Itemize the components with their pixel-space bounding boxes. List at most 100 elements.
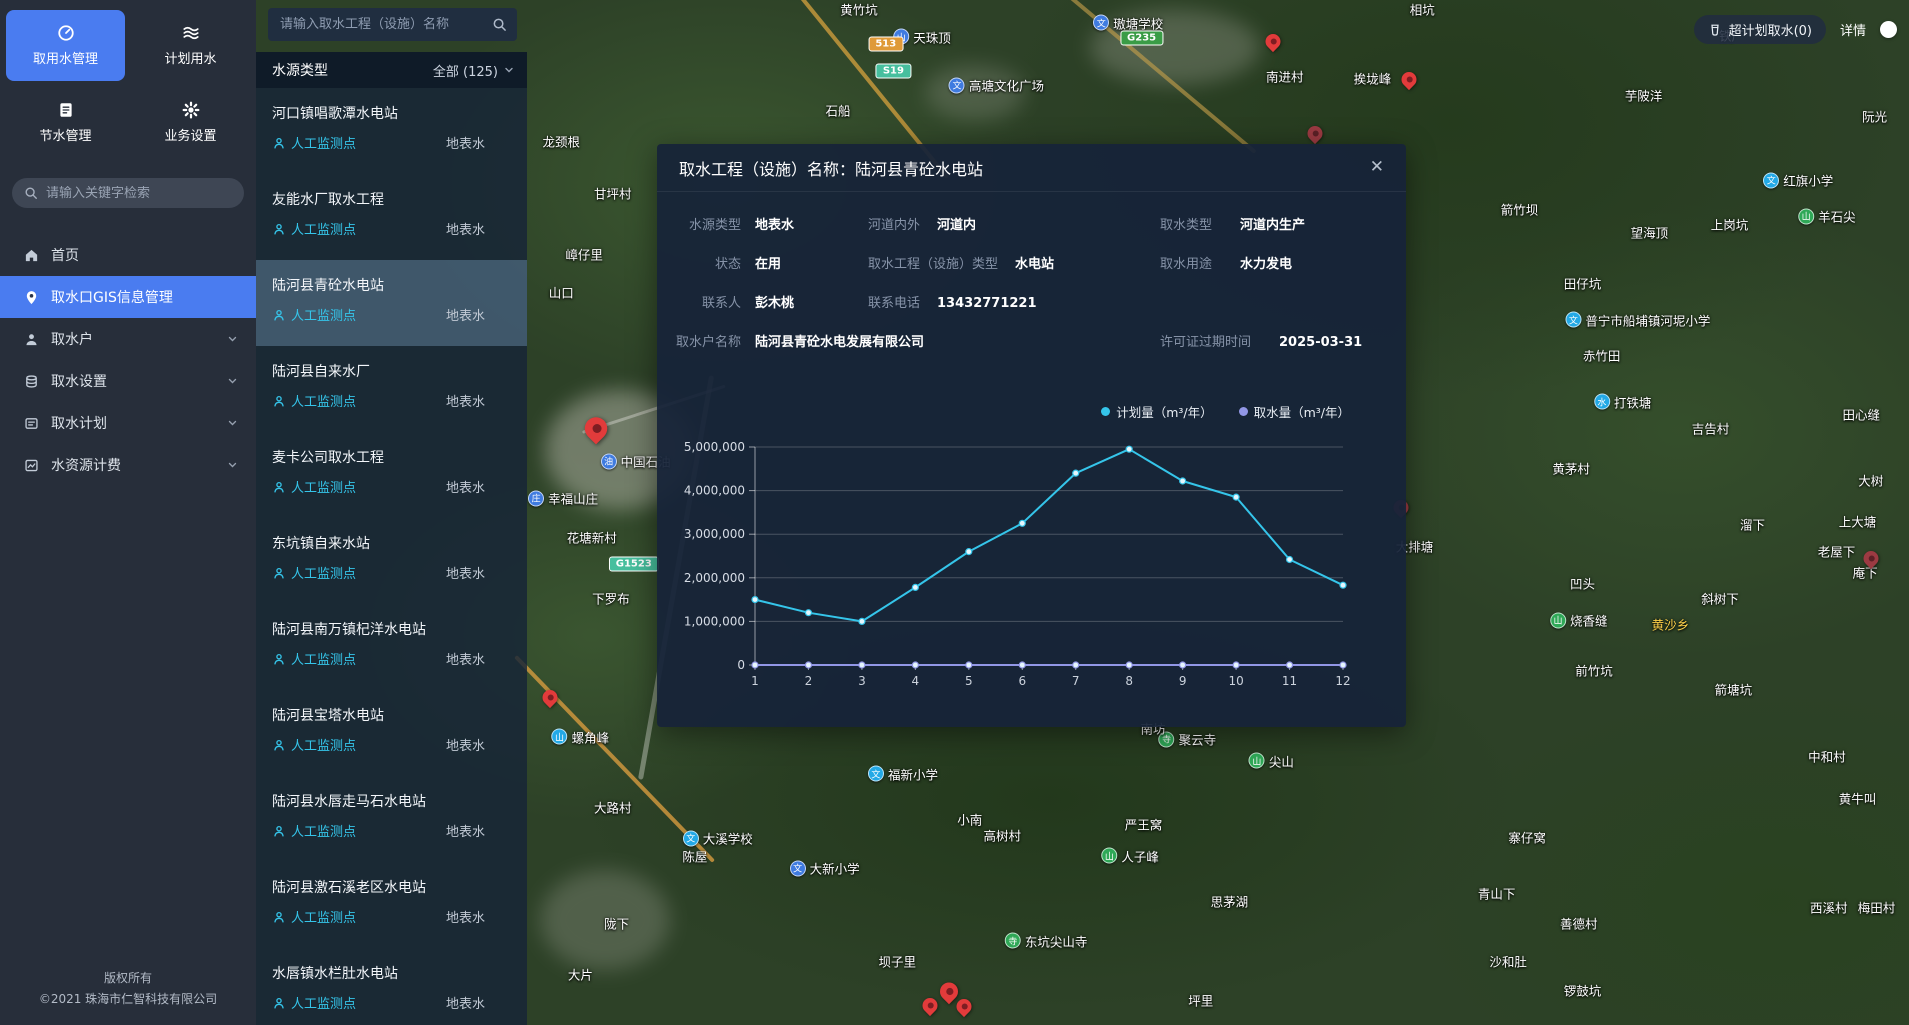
over-plan-alert-button[interactable]: 超计划取水(0): [1694, 15, 1826, 44]
map-pin-icon[interactable]: [919, 995, 940, 1016]
gear-icon: [182, 101, 200, 119]
sidebar-item-1[interactable]: 首页: [0, 234, 256, 276]
station-list-item[interactable]: 河口镇唱歌潭水电站人工监测点地表水: [256, 88, 527, 174]
station-search[interactable]: [268, 8, 517, 41]
close-icon[interactable]: ✕: [1370, 159, 1384, 176]
map-label: 斜树下: [1701, 588, 1739, 607]
road-badge: S19: [876, 63, 911, 78]
station-list-item[interactable]: 水唇镇水栏肚水电站人工监测点地表水: [256, 948, 527, 1025]
station-list-item[interactable]: 陆河县自来水厂人工监测点地表水: [256, 346, 527, 432]
map-pin-icon[interactable]: [1305, 123, 1326, 144]
map-label: 坪里: [1188, 991, 1213, 1010]
person-icon: [272, 652, 286, 666]
chevron-down-icon: [503, 64, 515, 76]
map-poi-icon: 文: [949, 77, 965, 93]
road-badge: G1523: [609, 556, 659, 571]
station-list-item[interactable]: 陆河县激石溪老区水电站人工监测点地表水: [256, 862, 527, 948]
field-label: 许可证过期时间: [1160, 331, 1251, 350]
monitor-type: 人工监测点: [272, 563, 356, 582]
map-label: 锣鼓坑: [1564, 981, 1602, 1000]
map-poi-icon: 山: [552, 729, 568, 745]
map-label: 田仔坑: [1564, 273, 1602, 292]
station-list-item[interactable]: 东坑镇自来水站人工监测点地表水: [256, 518, 527, 604]
water-source-type: 地表水: [446, 477, 511, 496]
map-pin-icon[interactable]: [953, 996, 974, 1017]
map-label: 思茅湖: [1211, 891, 1249, 910]
search-icon[interactable]: [492, 17, 507, 32]
station-list-item[interactable]: 陆河县水唇走马石水电站人工监测点地表水: [256, 776, 527, 862]
field-value: 水电站: [1015, 253, 1054, 272]
menu-label: 水资源计费: [51, 455, 121, 475]
map-label: 文福新小学: [868, 764, 938, 783]
map-poi-icon: 寺: [1005, 933, 1021, 949]
filter-value: 全部 (125): [433, 61, 498, 80]
field-label: 联系人: [669, 292, 741, 311]
sidebar-item-4[interactable]: 取水设置: [0, 360, 256, 402]
map-label: 高树村: [983, 826, 1021, 845]
map-label: 龙颈根: [542, 132, 580, 151]
station-name: 陆河县激石溪老区水电站: [272, 877, 511, 897]
launcher-tile-2[interactable]: 计划用水: [131, 10, 250, 81]
detail-row: 取水户名称陆河县青砼水电发展有限公司许可证过期时间2025-03-31: [657, 323, 1406, 362]
map-label: 凹头: [1570, 574, 1595, 593]
svg-text:0: 0: [737, 658, 745, 672]
map-poi-icon: 文: [1763, 172, 1779, 188]
svg-text:5: 5: [965, 674, 973, 688]
svg-text:1,000,000: 1,000,000: [684, 614, 745, 628]
station-list-item[interactable]: 陆河县宝塔水电站人工监测点 地表水: [256, 690, 527, 776]
map-pin-icon[interactable]: [1398, 69, 1419, 90]
plan-icon: [24, 416, 39, 431]
sidebar-item-5[interactable]: 取水计划: [0, 402, 256, 444]
station-list-item[interactable]: 陆河县青砼水电站人工监测点地表水: [256, 260, 527, 346]
launcher-tile-3[interactable]: 节水管理: [6, 87, 125, 158]
detail-field: 状态在用: [669, 253, 781, 272]
map-label: 梅田村: [1858, 898, 1896, 917]
sidebar-item-6[interactable]: 水资源计费: [0, 444, 256, 486]
launcher-tile-1[interactable]: 取用水管理: [6, 10, 125, 81]
map-label: 黄牛叫: [1839, 789, 1877, 808]
person-icon: [272, 738, 286, 752]
sidebar-search[interactable]: [12, 178, 244, 208]
map-label: 大树: [1858, 470, 1883, 489]
map-label: 上大塘: [1839, 511, 1877, 530]
detail-toggle[interactable]: [1880, 21, 1897, 38]
map-label: 水打铁塘: [1594, 392, 1652, 411]
svg-text:9: 9: [1179, 674, 1187, 688]
station-name: 陆河县宝塔水电站: [272, 705, 511, 725]
sidebar-item-3[interactable]: 取水户: [0, 318, 256, 360]
map-pin-icon[interactable]: [539, 687, 560, 708]
station-search-input[interactable]: [280, 17, 492, 32]
station-list-item[interactable]: 友能水厂取水工程人工监测点地表水: [256, 174, 527, 260]
pin-icon: [24, 290, 39, 305]
station-list-item[interactable]: 陆河县南万镇杞洋水电站人工监测点地表水: [256, 604, 527, 690]
water-source-type: 地表水: [446, 735, 511, 754]
station-list[interactable]: 河口镇唱歌潭水电站人工监测点地表水友能水厂取水工程人工监测点地表水陆河县青砼水电…: [256, 88, 527, 1025]
person-icon: [272, 480, 286, 494]
search-icon: [24, 186, 38, 200]
map-label: 前竹坑: [1575, 661, 1613, 680]
water-type-filter[interactable]: 全部 (125): [433, 61, 515, 80]
map-pin-icon[interactable]: [1263, 31, 1284, 52]
map-label: 沙和肚: [1489, 952, 1527, 971]
monitor-type: 人工监测点: [272, 735, 356, 754]
sidebar-item-2[interactable]: 取水口GIS信息管理: [0, 276, 256, 318]
road-badge: G235: [1120, 30, 1163, 45]
legend-label: 取水量（m³/年）: [1254, 402, 1350, 421]
sidebar-search-input[interactable]: [46, 186, 232, 201]
station-list-item[interactable]: 麦卡公司取水工程人工监测点地表水: [256, 432, 527, 518]
app-screen: 黄竹坑山天珠顶文璈塘学校相坑铁厂南进村挨垅峰芋陂洋阮光文红旗小学箭竹坝望海顶上岗…: [0, 0, 1909, 1025]
legend-item[interactable]: 取水量（m³/年）: [1239, 402, 1350, 421]
map-label: 阮光: [1862, 106, 1887, 125]
svg-text:11: 11: [1282, 674, 1297, 688]
field-label: 状态: [669, 253, 741, 272]
map-label: 严王窝: [1125, 815, 1163, 834]
map-label: 黄竹坑: [840, 0, 878, 19]
map-label: 寺东坑尖山寺: [1005, 931, 1088, 950]
legend-item[interactable]: 计划量（m³/年）: [1101, 402, 1212, 421]
launcher-tile-4[interactable]: 业务设置: [131, 87, 250, 158]
field-value: 陆河县青砼水电发展有限公司: [755, 331, 924, 350]
svg-text:10: 10: [1228, 674, 1243, 688]
map-label: 文大溪学校: [683, 829, 753, 848]
map-label: 文红旗小学: [1763, 171, 1833, 190]
chev-icon: [225, 375, 240, 387]
